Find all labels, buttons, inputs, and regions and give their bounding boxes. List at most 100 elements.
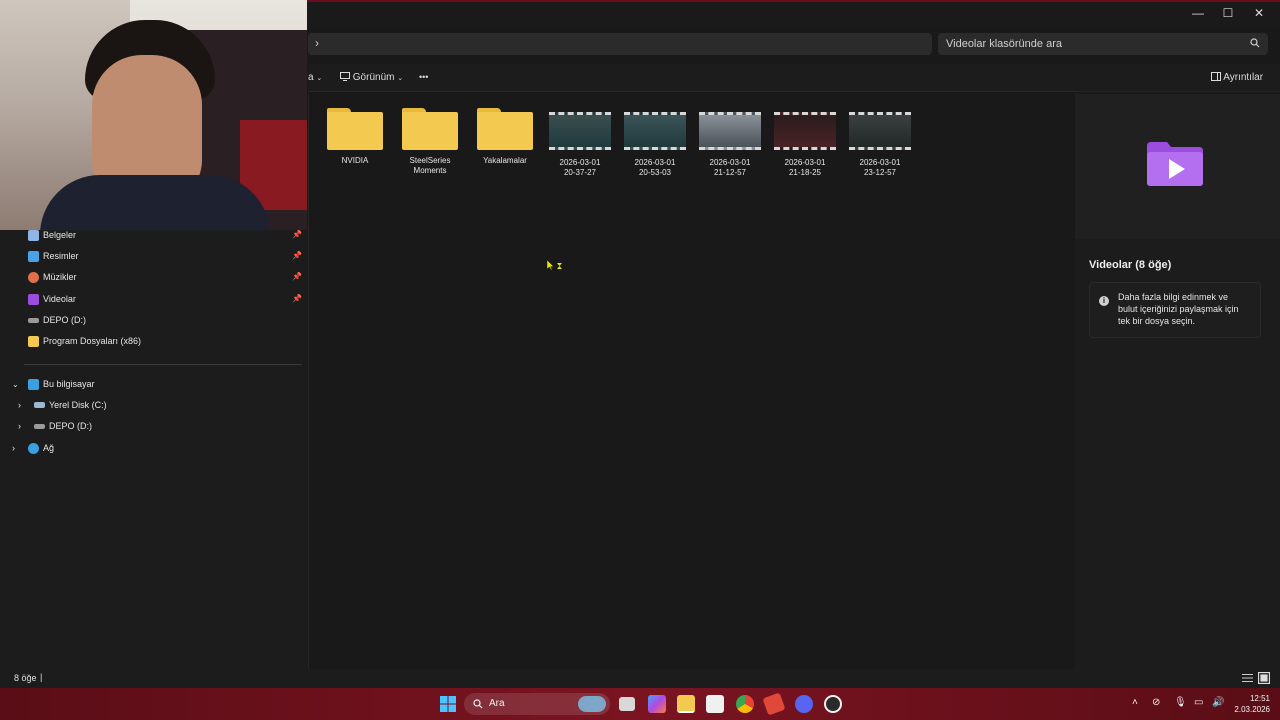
folder-icon	[402, 108, 458, 150]
folder-item-nvidia[interactable]: NVIDIA	[319, 98, 391, 166]
display-icon[interactable]: ▭	[1194, 697, 1203, 708]
file-list: NVIDIA SteelSeries Moments Yakalamalar 2…	[308, 94, 1074, 669]
maximize-button[interactable]: ☐	[1213, 4, 1243, 22]
view-button[interactable]: Görünüm ⌄	[340, 72, 403, 83]
music-icon	[28, 271, 39, 283]
pin-icon[interactable]: 📌	[292, 294, 302, 303]
volume-icon[interactable]: 🔊	[1212, 697, 1224, 708]
item-name: Yakalamalar	[483, 156, 527, 165]
status-separator: |	[40, 672, 43, 682]
chrome-icon[interactable]	[736, 695, 754, 713]
large-icons-view-icon[interactable]	[1258, 672, 1270, 684]
chevron-down-icon[interactable]: ⌄	[12, 380, 24, 389]
view-label: Görünüm	[352, 72, 395, 83]
sidebar-item-label: Müzikler	[43, 272, 77, 282]
sidebar-item-local-disk[interactable]: › Yerel Disk (C:)	[18, 396, 302, 414]
start-icon[interactable]	[440, 696, 456, 712]
sidebar-item-label: DEPO (D:)	[49, 421, 93, 431]
sidebar-item-label: Resimler	[43, 251, 79, 261]
task-view-icon[interactable]	[619, 697, 635, 711]
item-count: 8 öğe	[14, 673, 37, 683]
sidebar-item-network[interactable]: › Ağ	[12, 439, 302, 457]
sidebar-item-resimler[interactable]: Resimler 📌	[28, 247, 306, 265]
item-name: 2026-03-01	[709, 158, 751, 167]
obs-icon[interactable]	[824, 695, 842, 713]
videos-folder-icon	[1147, 142, 1203, 186]
sidebar-item-label: Yerel Disk (C:)	[49, 400, 107, 410]
item-name-line2: 20-53-03	[638, 168, 672, 177]
chevron-right-icon[interactable]: ›	[12, 443, 24, 453]
chevron-right-icon[interactable]: ›	[18, 421, 30, 431]
busy-cursor-icon	[547, 260, 562, 271]
command-bar: a ⌄ Görünüm ⌄ ••• Ayrıntılar	[308, 64, 1280, 92]
sort-button[interactable]: a ⌄	[308, 72, 322, 83]
sidebar-item-muzikler[interactable]: Müzikler 📌	[28, 268, 306, 286]
item-name: 2026-03-01	[559, 158, 601, 167]
video-item[interactable]: 2026-03-01 21-12-57	[694, 98, 766, 178]
pin-icon[interactable]: 📌	[292, 272, 302, 281]
minimize-button[interactable]: —	[1183, 4, 1213, 22]
sidebar-item-depo-drive[interactable]: › DEPO (D:)	[18, 417, 302, 435]
videos-icon	[28, 293, 39, 305]
preview-area	[1075, 94, 1280, 239]
search-input[interactable]: Videolar klasöründe ara	[938, 33, 1268, 55]
folder-icon	[477, 108, 533, 150]
store-icon[interactable]	[706, 695, 724, 713]
info-icon: i	[1099, 296, 1109, 306]
search-icon[interactable]	[1250, 38, 1260, 48]
taskbar-search[interactable]: Ara	[464, 693, 610, 715]
video-item[interactable]: 2026-03-01 21-18-25	[769, 98, 841, 178]
chevron-up-icon[interactable]: ˄	[1132, 697, 1138, 708]
taskbar: Ara ˄ ⊘ 🎙 ▭ 🔊 12:51 2.03.2026	[0, 688, 1280, 720]
sidebar-item-depo[interactable]: DEPO (D:)	[28, 311, 306, 329]
sort-label: a	[308, 72, 314, 83]
folder-item-steelseries[interactable]: SteelSeries Moments	[394, 98, 466, 176]
file-explorer-taskbar-icon[interactable]	[677, 695, 695, 713]
details-pane: Videolar (8 öğe) i Daha fazla bilgi edin…	[1075, 94, 1280, 669]
network-status-icon[interactable]: ⊘	[1152, 697, 1160, 708]
video-item[interactable]: 2026-03-01 20-37-27	[544, 98, 616, 178]
drive-icon	[34, 402, 45, 408]
search-highlight-icon	[578, 696, 606, 712]
sidebar-item-videolar[interactable]: Videolar 📌	[28, 290, 306, 308]
more-options-button[interactable]: •••	[419, 72, 428, 82]
details-pane-icon	[1211, 72, 1221, 81]
sidebar-item-program-files[interactable]: Program Dosyaları (x86)	[28, 332, 306, 350]
pin-icon[interactable]: 📌	[292, 230, 302, 239]
chevron-right-icon[interactable]: ›	[18, 400, 30, 410]
sidebar-item-label: Videolar	[43, 294, 76, 304]
sidebar-item-label: Bu bilgisayar	[43, 379, 95, 389]
app-icon[interactable]	[762, 692, 786, 716]
details-pane-button[interactable]: Ayrıntılar	[1211, 72, 1263, 83]
clock-time: 12:51	[1249, 694, 1270, 703]
drive-icon	[28, 317, 39, 323]
item-name: 2026-03-01	[784, 158, 826, 167]
close-button[interactable]: ✕	[1244, 4, 1274, 22]
status-bar: 8 öğe |	[0, 669, 1280, 690]
pictures-icon	[28, 250, 39, 262]
video-item[interactable]: 2026-03-01 20-53-03	[619, 98, 691, 178]
item-name: 2026-03-01	[634, 158, 676, 167]
video-item[interactable]: 2026-03-01 23-12-57	[844, 98, 916, 178]
clock-date: 2.03.2026	[1234, 705, 1270, 714]
item-name-line2: Moments	[413, 166, 447, 175]
search-icon	[473, 699, 483, 709]
item-name: NVIDIA	[341, 156, 369, 165]
webcam-overlay	[0, 0, 307, 230]
microphone-icon[interactable]: 🎙	[1174, 697, 1187, 708]
video-thumbnail	[849, 112, 911, 150]
discord-icon[interactable]	[795, 695, 813, 713]
widgets-icon[interactable]	[648, 695, 666, 713]
navigation-pane: Belgeler 📌 Resimler 📌 Müzikler 📌 Videola…	[0, 224, 308, 669]
search-placeholder: Videolar klasöründe ara	[946, 38, 1062, 50]
info-text-line2: bulut içeriğinizi paylaşmak için	[1118, 304, 1239, 314]
details-pane-label: Ayrıntılar	[1223, 72, 1264, 83]
address-bar[interactable]: ›	[308, 33, 932, 55]
pin-icon[interactable]: 📌	[292, 251, 302, 260]
details-view-icon[interactable]	[1242, 673, 1253, 683]
breadcrumb-chevron-icon[interactable]: ›	[315, 36, 319, 50]
item-name-line2: 21-18-25	[788, 168, 822, 177]
clock[interactable]: 12:51 2.03.2026	[1234, 693, 1270, 715]
folder-item-yakalamalar[interactable]: Yakalamalar	[469, 98, 541, 166]
sidebar-item-this-pc[interactable]: ⌄ Bu bilgisayar	[12, 375, 302, 393]
